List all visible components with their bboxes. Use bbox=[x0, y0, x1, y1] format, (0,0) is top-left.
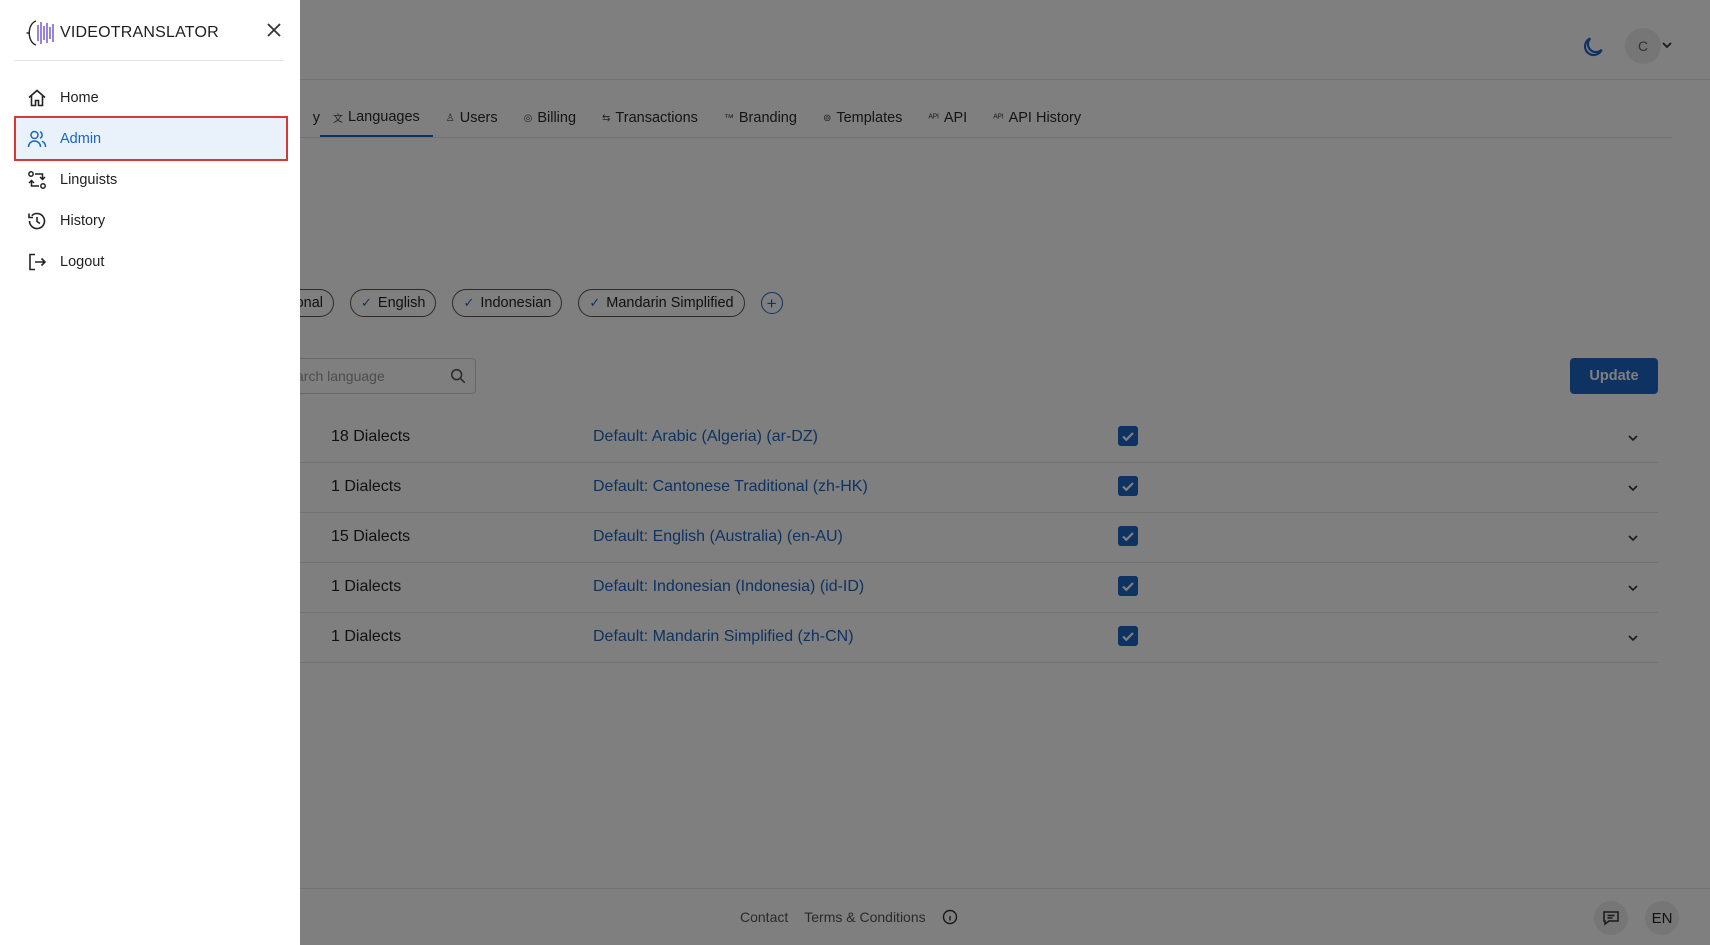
sidebar-item-logout[interactable]: Logout bbox=[16, 241, 286, 282]
close-icon[interactable] bbox=[264, 20, 284, 40]
logout-icon bbox=[29, 253, 47, 270]
sidebar-menu: Home Admin Linguists History Logout bbox=[14, 77, 288, 282]
app-logo[interactable]: VIDEOTRANSLATOR bbox=[24, 18, 219, 48]
sidebar-item-linguists[interactable]: Linguists bbox=[16, 159, 286, 200]
swap-icon bbox=[28, 170, 46, 189]
sidebar-item-home[interactable]: Home bbox=[16, 77, 286, 118]
sidebar-item-admin[interactable]: Admin bbox=[14, 116, 288, 161]
logo-icon bbox=[26, 20, 54, 46]
divider bbox=[14, 60, 284, 61]
app-title: VIDEOTRANSLATOR bbox=[60, 24, 219, 41]
users-icon bbox=[27, 130, 47, 147]
sidebar-item-history[interactable]: History bbox=[16, 200, 286, 241]
sidebar-drawer: VIDEOTRANSLATOR Home Admin Linguists His… bbox=[0, 0, 300, 945]
history-icon bbox=[28, 212, 46, 229]
home-icon bbox=[28, 88, 46, 106]
